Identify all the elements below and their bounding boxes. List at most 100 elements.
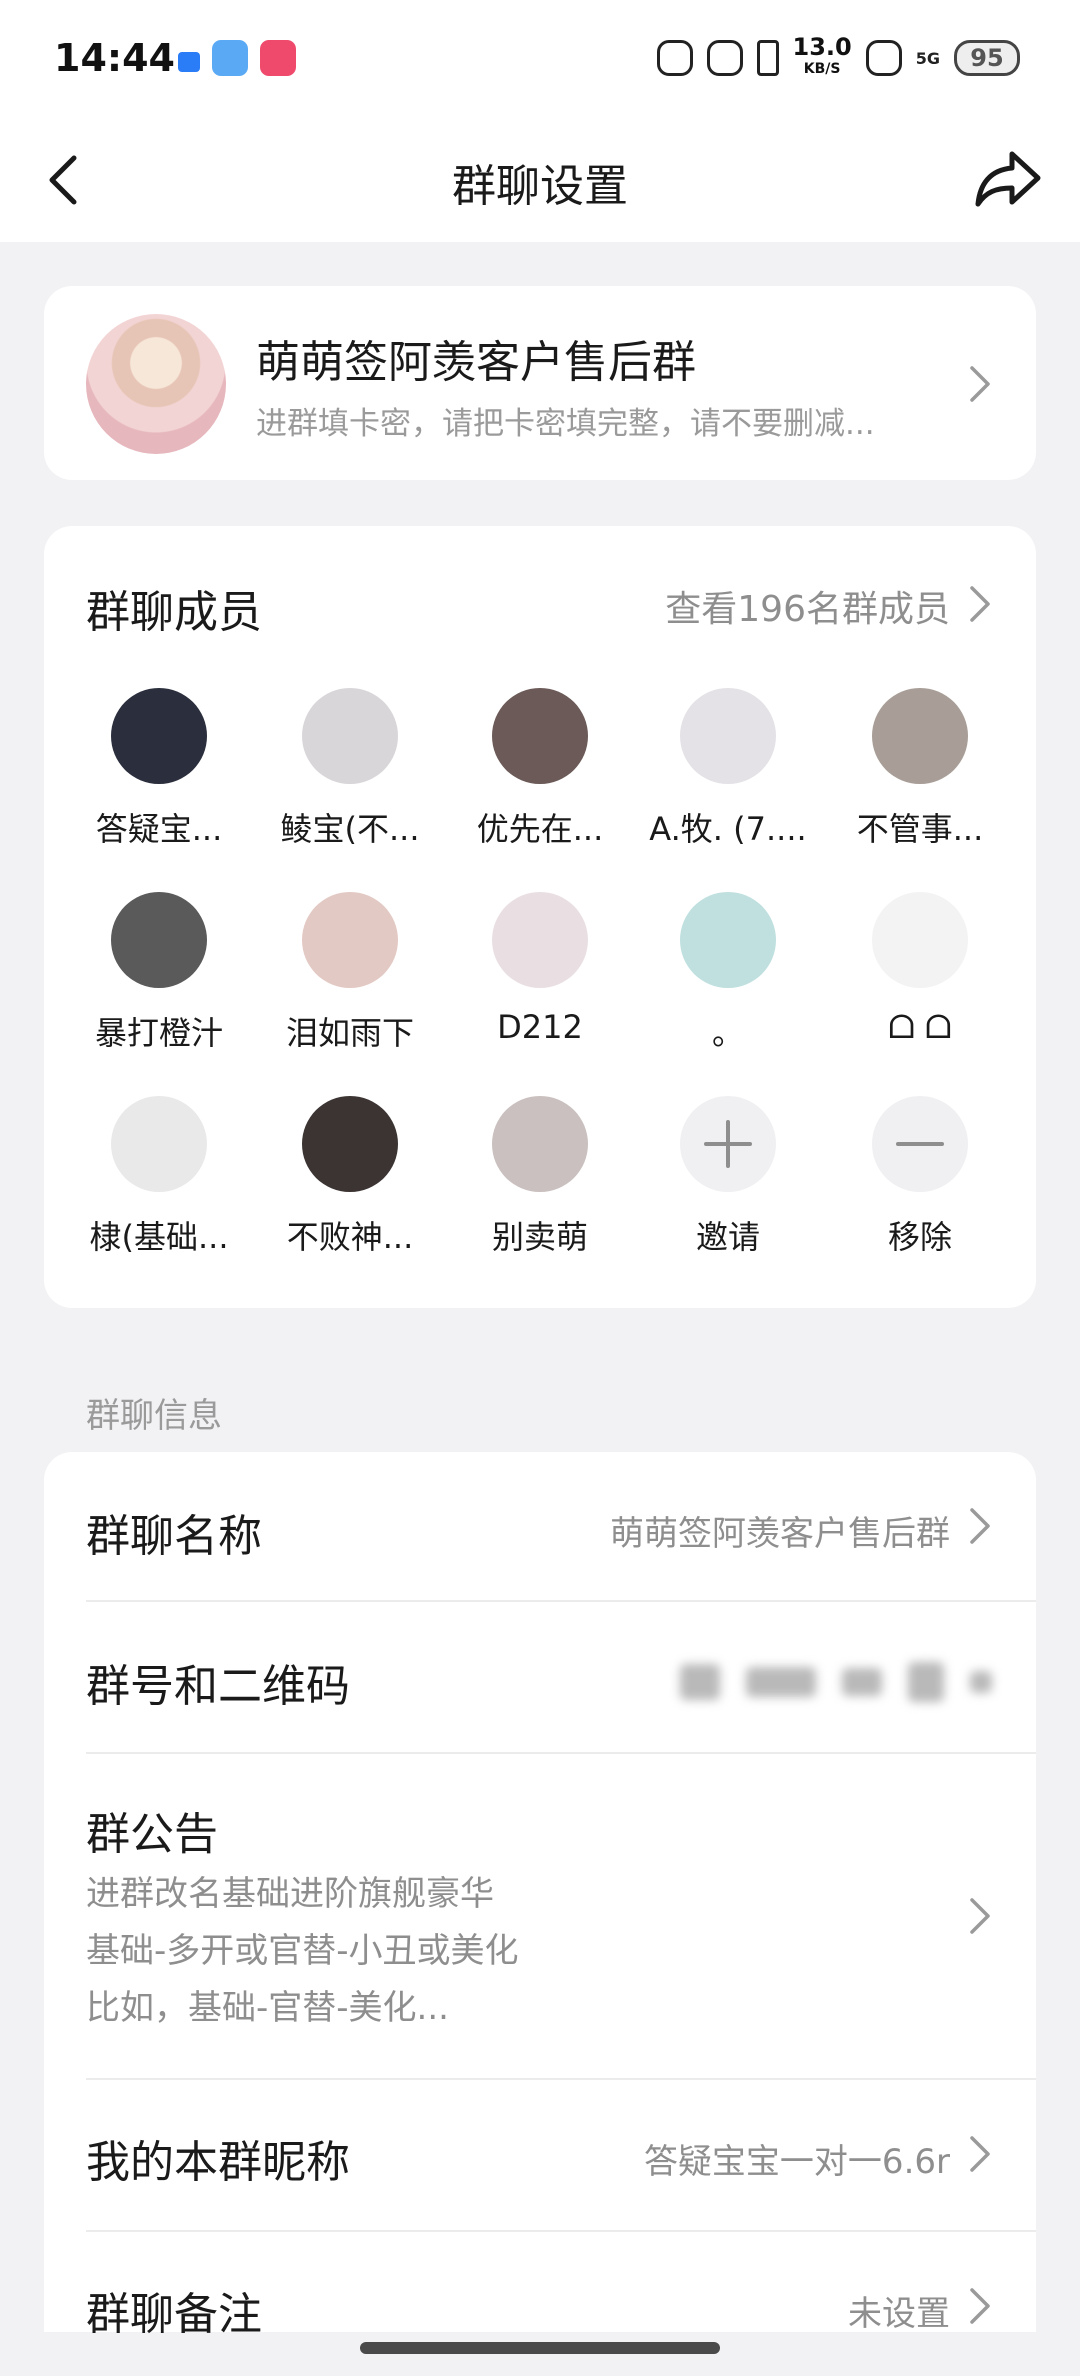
shopping-app-icon [260, 40, 296, 76]
my-nickname-row[interactable]: 我的本群昵称 答疑宝宝一对一6.6r [86, 2080, 994, 2230]
group-remark-row[interactable]: 群聊备注 未设置 [86, 2232, 994, 2340]
member-item[interactable]: 。 [638, 892, 818, 1054]
wifi-icon [865, 40, 902, 76]
redacted-block [842, 1668, 882, 1696]
member-avatar [872, 892, 968, 988]
invite-label: 邀请 [695, 1218, 760, 1256]
group-avatar [86, 314, 226, 454]
group-id-qr-label: 群号和二维码 [86, 1661, 350, 1712]
remove-member-button[interactable]: 移除 [830, 1096, 1010, 1258]
mute-icon [706, 40, 743, 76]
remove-label: 移除 [887, 1218, 952, 1256]
redacted-block [970, 1671, 992, 1693]
bluetooth-icon [756, 40, 779, 76]
home-indicator[interactable] [360, 2342, 720, 2354]
group-notice-label: 群公告 [86, 1809, 218, 1860]
network-speed: 13.0 KB/S [792, 33, 852, 80]
member-item[interactable]: 答疑宝... [69, 688, 249, 850]
group-members-card: 群聊成员 查看196名群成员 答疑宝... 鲮宝(不... 优先在... A.牧… [44, 526, 1036, 1308]
member-avatar [111, 688, 207, 784]
member-item[interactable]: A.牧. (7.... [638, 688, 818, 850]
member-item[interactable]: D212 [450, 892, 630, 1046]
member-name: A.牧. (7.... [649, 810, 807, 848]
battery-icon: 95 [954, 40, 1020, 76]
status-bar: 14:44 13.0 KB/S 5G 95 [0, 0, 1080, 118]
chevron-right-icon [970, 1508, 990, 1544]
member-item[interactable]: 不管事... [830, 688, 1010, 850]
group-remark-value: 未设置 [848, 2294, 950, 2334]
network-type: 5G [915, 48, 940, 68]
group-name-label: 群聊名称 [86, 1511, 262, 1562]
member-item[interactable]: 棣(基础... [69, 1096, 249, 1258]
navigation-bar: 群聊设置 [0, 118, 1080, 242]
notice-line: 比如，基础-官替-美化... [86, 1988, 449, 2028]
member-name: D212 [497, 1008, 583, 1046]
member-name: 棣(基础... [89, 1218, 229, 1256]
group-remark-label: 群聊备注 [86, 2289, 262, 2340]
status-time: 14:44 [54, 36, 175, 80]
invite-member-button[interactable]: 邀请 [638, 1096, 818, 1258]
member-grid: 答疑宝... 鲮宝(不... 优先在... A.牧. (7.... 不管事...… [44, 526, 1036, 1308]
battery-level: 95 [970, 44, 1004, 72]
member-avatar [680, 688, 776, 784]
signal-icon: 5G [916, 49, 940, 68]
member-name: 不败神... [286, 1218, 414, 1256]
member-avatar [872, 688, 968, 784]
notice-line: 基础-多开或官替-小丑或美化 [86, 1931, 519, 1971]
notification-icons [178, 40, 296, 76]
member-name: 暴打橙汁 [94, 1014, 223, 1052]
member-avatar [680, 892, 776, 988]
alarm-icon [656, 40, 693, 76]
network-speed-value: 13.0 [792, 33, 852, 61]
share-icon [975, 151, 1041, 207]
member-name: ᗝ ᗝ [888, 1008, 952, 1046]
share-button[interactable] [972, 146, 1044, 212]
member-name: 答疑宝... [95, 810, 223, 848]
chevron-right-icon [970, 1898, 990, 1934]
member-name: 不管事... [856, 810, 984, 848]
group-notice-text: 进群改名基础进阶旗舰豪华 基础-多开或官替-小丑或美化 比如，基础-官替-美化.… [86, 1866, 519, 2037]
weather-app-icon [212, 40, 248, 76]
member-avatar [302, 1096, 398, 1192]
group-info-card: 群聊名称 萌萌签阿羡客户售后群 群号和二维码 群公告 进群改名基础进阶旗舰豪华 … [44, 1452, 1036, 2340]
member-item[interactable]: 优先在... [450, 688, 630, 850]
member-avatar [302, 688, 398, 784]
member-item[interactable]: 别卖萌 [450, 1096, 630, 1258]
chevron-right-icon [970, 2288, 990, 2324]
section-label-group-info: 群聊信息 [86, 1396, 222, 1436]
redacted-block [746, 1667, 816, 1697]
member-name: 。 [711, 1014, 744, 1052]
member-avatar [492, 688, 588, 784]
my-nickname-value: 答疑宝宝一对一6.6r [643, 2142, 950, 2182]
notice-line: 进群改名基础进阶旗舰豪华 [86, 1874, 494, 1914]
redacted-block [680, 1664, 720, 1700]
status-indicators: 13.0 KB/S 5G 95 [656, 33, 1020, 80]
member-item[interactable]: ᗝ ᗝ [830, 892, 1010, 1047]
group-description: 进群填卡密，请把卡密填完整，请不要删减... [256, 406, 875, 442]
plus-icon [680, 1096, 776, 1192]
member-avatar [111, 1096, 207, 1192]
app-notification-icon [178, 52, 200, 72]
chevron-right-icon [970, 2136, 990, 2172]
member-avatar [492, 1096, 588, 1192]
minus-icon [872, 1096, 968, 1192]
member-avatar [302, 892, 398, 988]
chevron-right-icon [970, 366, 990, 402]
group-id-blurred-value [680, 1652, 1040, 1712]
group-profile-card[interactable]: 萌萌签阿羡客户售后群 进群填卡密，请把卡密填完整，请不要删减... [44, 286, 1036, 480]
member-name: 优先在... [476, 810, 604, 848]
group-name-value: 萌萌签阿羡客户售后群 [610, 1514, 950, 1554]
member-name: 别卖萌 [491, 1218, 588, 1256]
member-item[interactable]: 不败神... [260, 1096, 440, 1258]
member-avatar [492, 892, 588, 988]
member-item[interactable]: 暴打橙汁 [69, 892, 249, 1054]
member-item[interactable]: 泪如雨下 [260, 892, 440, 1054]
my-nickname-label: 我的本群昵称 [86, 2137, 350, 2188]
member-name: 泪如雨下 [285, 1014, 414, 1052]
member-item[interactable]: 鲮宝(不... [260, 688, 440, 850]
member-name: 鲮宝(不... [280, 810, 420, 848]
member-avatar [111, 892, 207, 988]
network-speed-unit: KB/S [803, 61, 841, 77]
group-name-row[interactable]: 群聊名称 萌萌签阿羡客户售后群 [86, 1452, 994, 1600]
redacted-block [908, 1662, 944, 1702]
